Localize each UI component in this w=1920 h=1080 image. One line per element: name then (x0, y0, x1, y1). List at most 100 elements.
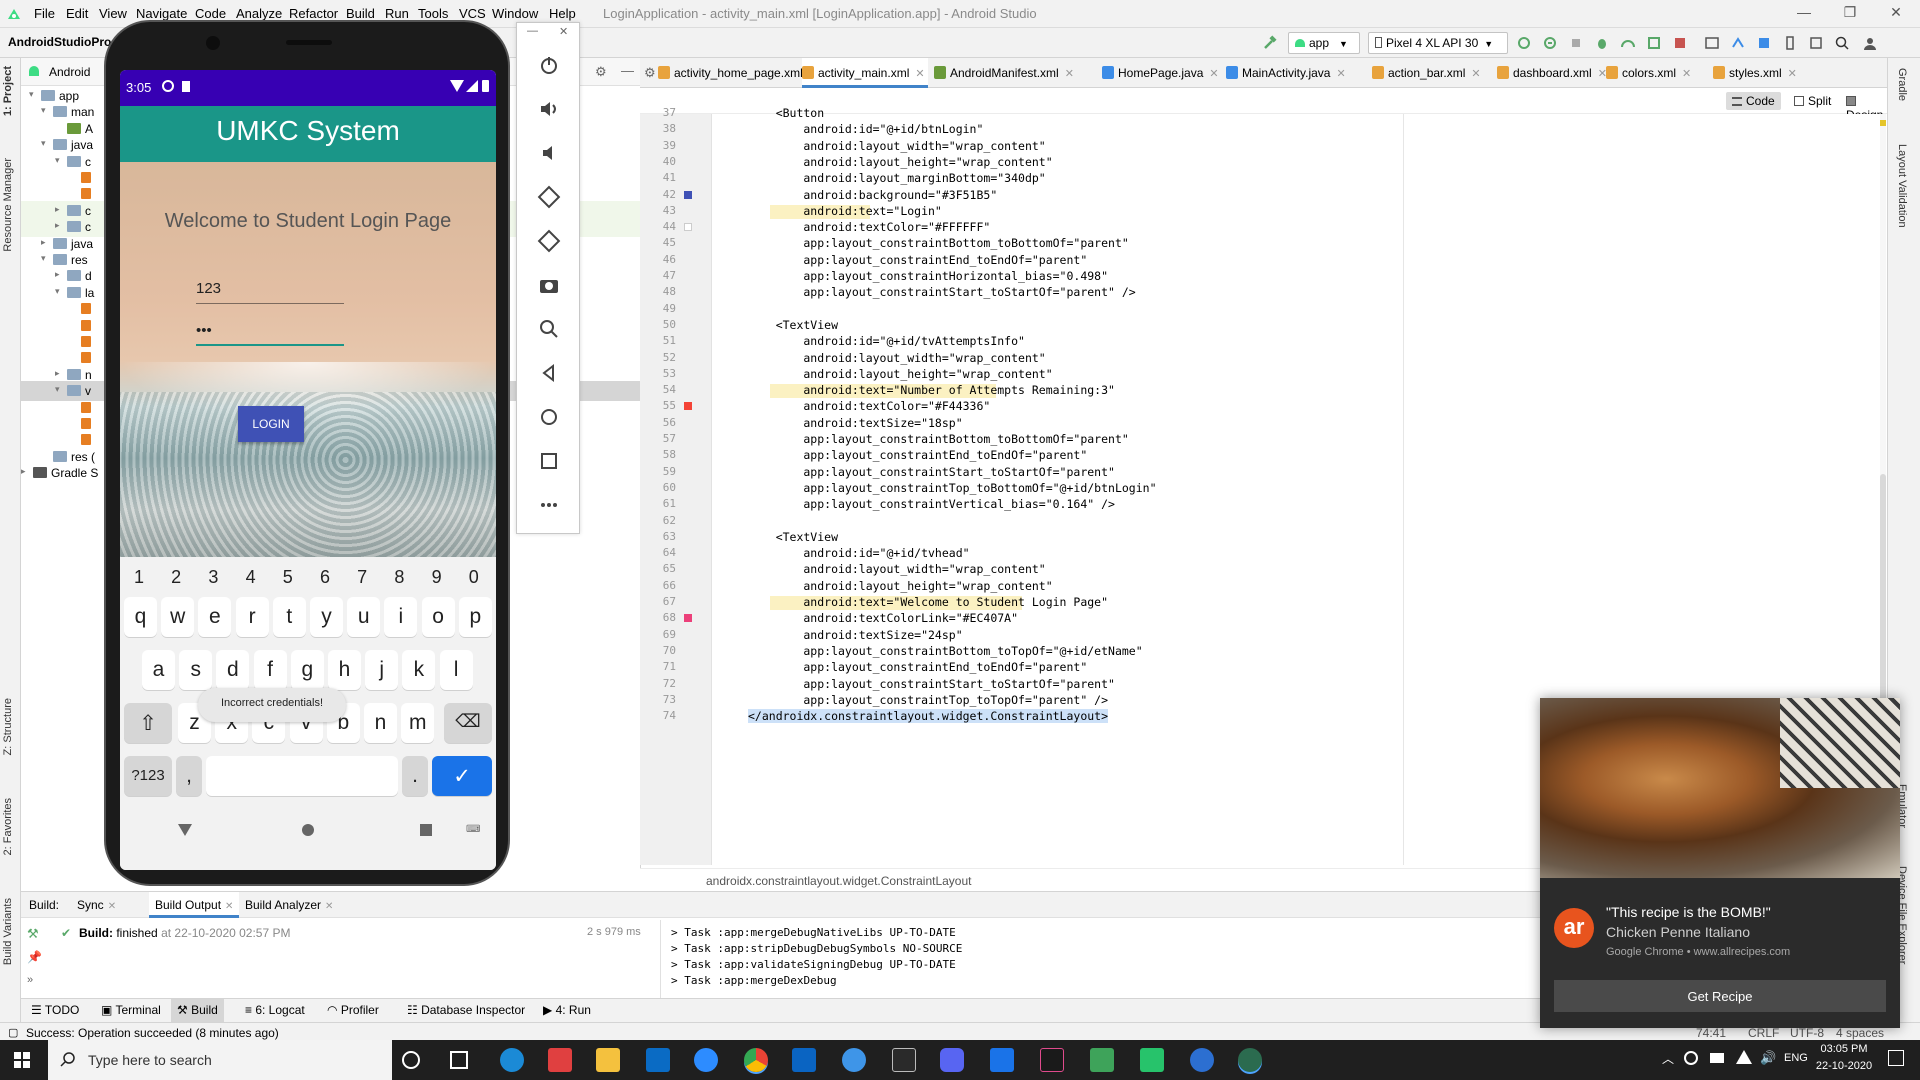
menu-build[interactable]: Build (346, 6, 375, 21)
editor-tab[interactable]: action_bar.xml ✕ (1372, 58, 1490, 88)
nav-back-icon[interactable] (178, 824, 192, 836)
battery-tray-icon[interactable] (1710, 1053, 1724, 1063)
shift-key-icon[interactable]: ⇧ (124, 703, 172, 743)
file-explorer-icon[interactable] (596, 1048, 620, 1072)
code-line[interactable]: app:layout_constraintStart_toStartOf="pa… (748, 465, 1115, 479)
tab-build-output[interactable]: Build Output ✕ (149, 892, 240, 918)
period-key[interactable]: . (402, 756, 428, 796)
menu-navigate[interactable]: Navigate (136, 6, 187, 21)
menu-vcs[interactable]: VCS (459, 6, 486, 21)
rotate-left-icon[interactable] (537, 185, 561, 209)
login-button[interactable]: LOGIN (238, 406, 304, 442)
menu-file[interactable]: File (34, 6, 55, 21)
close-tab-icon[interactable]: ✕ (1471, 68, 1480, 80)
code-line[interactable]: android:text="Login" (748, 204, 942, 218)
zoom-icon[interactable] (537, 317, 561, 341)
code-line[interactable]: android:id="@+id/btnLogin" (748, 122, 983, 136)
code-line[interactable]: android:layout_marginBottom="340dp" (748, 171, 1045, 185)
enter-check-key-icon[interactable]: ✓ (432, 756, 492, 796)
letter-key[interactable]: o (421, 597, 455, 637)
close-tab-icon[interactable]: ✕ (1209, 68, 1218, 80)
run-config-select[interactable]: app ▼ (1288, 32, 1360, 54)
toast-notification[interactable]: ar "This recipe is the BOMB!" Chicken Pe… (1540, 698, 1900, 1028)
pin-icon[interactable]: 📌 (27, 950, 42, 964)
tab-build-analyzer[interactable]: Build Analyzer ✕ (245, 898, 333, 912)
hangouts-icon[interactable] (842, 1048, 866, 1072)
restore-icon[interactable]: ❐ (1832, 4, 1868, 24)
cursor-position[interactable]: 74:41 (1696, 1026, 1726, 1040)
menu-refactor[interactable]: Refactor (289, 6, 338, 21)
close-tab-icon[interactable]: ✕ (1336, 68, 1345, 80)
file-encoding[interactable]: UTF-8 (1790, 1026, 1824, 1040)
cortana-icon[interactable] (402, 1051, 420, 1069)
back-icon[interactable] (537, 361, 561, 385)
number-key[interactable]: 8 (384, 567, 414, 588)
letter-key[interactable]: g (290, 650, 324, 690)
device-manager-icon[interactable] (1704, 35, 1720, 51)
tab-sync[interactable]: Sync ✕ (77, 898, 116, 912)
build-output-console[interactable]: > Task :app:mergeDebugNativeLibs UP-TO-D… (671, 920, 1671, 999)
editor-tab[interactable]: HomePage.java ✕ (1102, 58, 1220, 88)
chevron-down-icon[interactable]: ▾ (55, 155, 60, 166)
code-line[interactable]: android:textColorLink="#EC407A" (748, 611, 1018, 625)
color-swatch-icon[interactable] (684, 223, 692, 232)
indent-setting[interactable]: 4 spaces (1836, 1026, 1884, 1040)
letter-key[interactable]: f (253, 650, 287, 690)
tab-todo[interactable]: ☰ TODO (31, 1003, 79, 1017)
overview-icon[interactable] (537, 449, 561, 473)
close-icon[interactable]: ✕ (108, 901, 116, 912)
tab-favorites[interactable]: 2: Favorites (2, 798, 14, 855)
code-line[interactable]: android:id="@+id/tvAttemptsInfo" (748, 334, 1025, 348)
color-swatch-icon[interactable] (684, 402, 692, 411)
menu-code[interactable]: Code (195, 6, 226, 21)
chevron-down-icon[interactable]: ▾ (41, 253, 46, 264)
device-select[interactable]: Pixel 4 XL API 30 ▼ (1368, 32, 1508, 54)
letter-key[interactable]: i (384, 597, 418, 637)
tab-project[interactable]: 1: Project (2, 66, 14, 116)
taskbar-search[interactable]: Type here to search (48, 1040, 392, 1080)
build-status-row[interactable]: Build: finished at 22-10-2020 02:57 PM (79, 926, 290, 940)
code-line[interactable]: app:layout_constraintTop_toTopOf="parent… (748, 693, 1108, 707)
tab-build-variants[interactable]: Build Variants (2, 898, 14, 965)
nav-overview-icon[interactable] (420, 824, 432, 836)
clock-date[interactable]: 22-10-2020 (1808, 1060, 1880, 1072)
get-recipe-button[interactable]: Get Recipe (1554, 980, 1886, 1012)
code-line[interactable]: android:layout_width="wrap_content" (748, 351, 1045, 365)
outlook-icon[interactable] (792, 1048, 816, 1072)
camera-icon[interactable] (537, 273, 561, 297)
letter-key[interactable]: k (402, 650, 436, 690)
editor-tab[interactable]: styles.xml ✕ (1713, 58, 1805, 88)
space-key[interactable] (206, 756, 398, 796)
code-line[interactable]: android:background="#3F51B5" (748, 188, 997, 202)
editor-tab[interactable]: AndroidManifest.xml ✕ (934, 58, 1096, 88)
code-line[interactable]: android:textColor="#F44336" (748, 399, 990, 413)
letter-key[interactable]: t (272, 597, 306, 637)
zoom-app-icon[interactable] (694, 1048, 718, 1072)
close-tab-icon[interactable]: ✕ (915, 68, 924, 80)
layout-inspector-icon[interactable] (1808, 35, 1824, 51)
code-line[interactable]: app:layout_constraintBottom_toBottomOf="… (748, 432, 1128, 446)
menu-view[interactable]: View (99, 6, 127, 21)
menu-window[interactable]: Window (492, 6, 538, 21)
number-key[interactable]: 6 (310, 567, 340, 588)
profile-icon[interactable] (1620, 35, 1636, 51)
search-icon[interactable] (1834, 35, 1850, 51)
volume-down-icon[interactable] (537, 141, 561, 165)
letter-key[interactable]: u (347, 597, 381, 637)
code-line[interactable]: app:layout_constraintEnd_toEndOf="parent… (748, 448, 1087, 462)
letter-key[interactable]: w (161, 597, 195, 637)
keyboard-switch-icon[interactable]: ⌨ (466, 824, 480, 835)
code-line[interactable]: android:layout_height="wrap_content" (748, 155, 1052, 169)
chevron-down-icon[interactable]: ▾ (41, 138, 46, 149)
code-line[interactable]: android:layout_height="wrap_content" (748, 579, 1052, 593)
tab-structure[interactable]: Z: Structure (2, 698, 14, 755)
hammer-icon[interactable]: ⚒ (27, 926, 39, 942)
split-view-button[interactable]: Split (1788, 92, 1837, 110)
chevron-down-icon[interactable]: ▾ (55, 384, 60, 395)
code-line[interactable]: android:text="Welcome to Student Login P… (748, 595, 1108, 609)
number-key[interactable]: 0 (459, 567, 489, 588)
settings-gear-icon[interactable]: ⚙ (595, 64, 607, 80)
editor-tab[interactable]: activity_home_page.xml✕ (658, 58, 818, 88)
wifi-tray-icon[interactable] (1736, 1050, 1752, 1064)
status-message[interactable]: Success: Operation succeeded (8 minutes … (26, 1026, 279, 1040)
